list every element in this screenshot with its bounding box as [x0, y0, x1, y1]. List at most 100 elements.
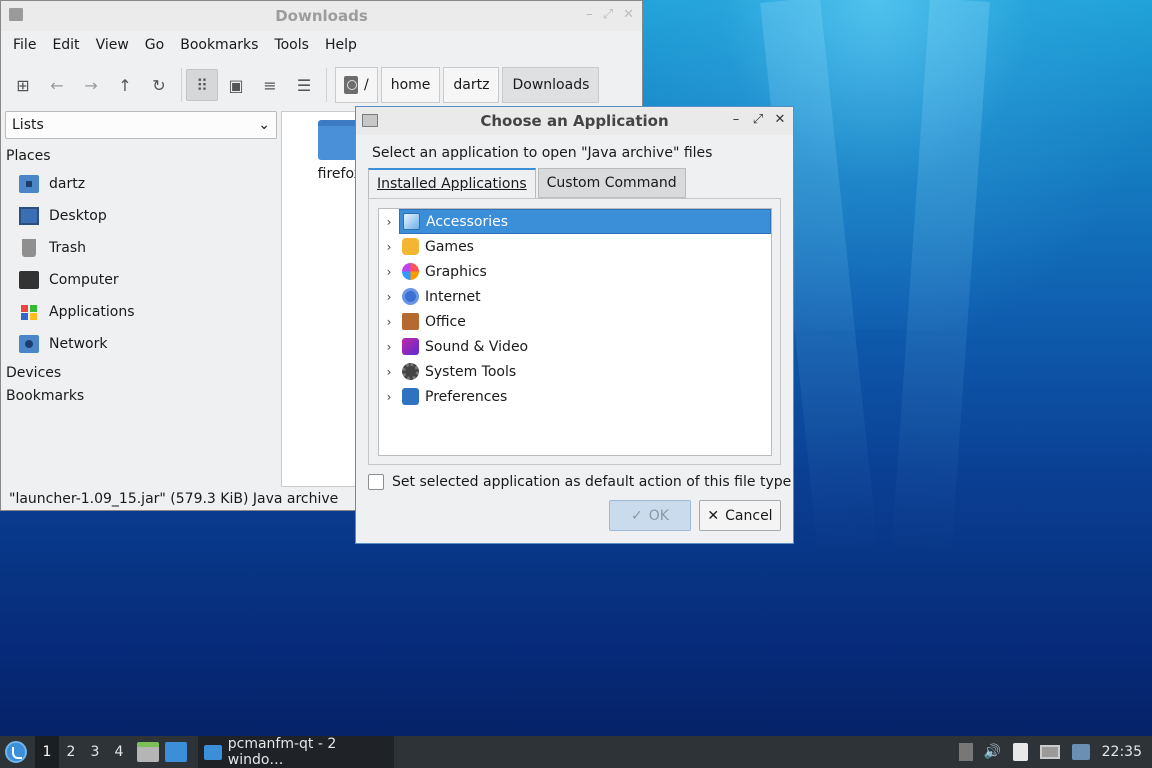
- tab-custom-command[interactable]: Custom Command: [537, 168, 686, 198]
- tree-row-games[interactable]: › Games: [379, 234, 771, 259]
- minimize-icon[interactable]: –: [586, 7, 593, 22]
- sidebar-mode-select[interactable]: Lists ⌄: [5, 111, 277, 139]
- devices-heading[interactable]: Devices: [5, 362, 277, 385]
- sidebar-item-applications[interactable]: Applications: [5, 296, 277, 328]
- maximize-icon[interactable]: ⤢: [603, 7, 613, 22]
- tree-row-preferences[interactable]: › Preferences: [379, 384, 771, 409]
- default-action-checkbox[interactable]: [368, 474, 384, 490]
- maximize-icon[interactable]: ⤢: [751, 112, 765, 127]
- close-icon[interactable]: ✕: [623, 7, 634, 22]
- expand-arrow-icon[interactable]: ›: [379, 215, 399, 229]
- tree-row-system-tools[interactable]: › System Tools: [379, 359, 771, 384]
- detailed-list-icon[interactable]: ☰: [288, 69, 320, 101]
- desktop-switch-1[interactable]: 1: [35, 736, 59, 768]
- sidebar-item-network[interactable]: Network: [5, 328, 277, 360]
- file-manager-launcher-icon[interactable]: [137, 742, 159, 762]
- ok-label: OK: [648, 507, 669, 524]
- expand-arrow-icon[interactable]: ›: [379, 365, 399, 379]
- tab-label: Custom Command: [546, 175, 677, 191]
- path-root-label: /: [364, 77, 369, 93]
- updown-icon[interactable]: [958, 743, 973, 761]
- window-menu-icon[interactable]: [362, 114, 378, 127]
- tree-row-accessories[interactable]: › Accessories: [379, 209, 771, 234]
- minimize-icon[interactable]: –: [729, 112, 743, 127]
- reload-icon[interactable]: ↻: [143, 69, 175, 101]
- category-label: Sound & Video: [425, 338, 529, 355]
- dialog-titlebar[interactable]: Choose an Application – ⤢ ✕: [356, 107, 793, 135]
- office-briefcase-icon: [402, 313, 419, 330]
- network-icon[interactable]: [1039, 745, 1060, 759]
- check-icon: ✓: [631, 507, 643, 524]
- compact-view-icon[interactable]: ≡: [254, 69, 286, 101]
- up-icon[interactable]: ↑: [109, 69, 141, 101]
- volume-icon[interactable]: 🔊: [984, 744, 1001, 760]
- default-action-checkbox-row[interactable]: Set selected application as default acti…: [368, 474, 791, 490]
- path-dartz[interactable]: dartz: [443, 67, 500, 103]
- clock[interactable]: 22:35: [1102, 744, 1142, 760]
- sidebar-item-computer[interactable]: Computer: [5, 264, 277, 296]
- multimedia-icon: [402, 338, 419, 355]
- clipboard-icon[interactable]: [1012, 743, 1028, 761]
- forward-icon[interactable]: →: [75, 69, 107, 101]
- menu-file[interactable]: File: [5, 37, 44, 53]
- tab-panel: › Accessories › Games › Graphics › Inter…: [368, 198, 781, 465]
- ok-button[interactable]: ✓ OK: [609, 500, 691, 531]
- menu-go[interactable]: Go: [137, 37, 172, 53]
- desktop-switch-3[interactable]: 3: [83, 736, 107, 768]
- bookmarks-heading[interactable]: Bookmarks: [5, 385, 277, 408]
- tree-row-sound-video[interactable]: › Sound & Video: [379, 334, 771, 359]
- path-downloads[interactable]: Downloads: [502, 67, 600, 103]
- sidebar: Lists ⌄ Places dartz Desktop Trash Compu…: [5, 111, 277, 491]
- window-menu-icon[interactable]: [9, 8, 23, 21]
- desktop-switch-2[interactable]: 2: [59, 736, 83, 768]
- expand-arrow-icon[interactable]: ›: [379, 315, 399, 329]
- wallpaper-ray: [891, 0, 990, 561]
- category-label: Accessories: [426, 213, 509, 230]
- fm-title: Downloads: [275, 7, 368, 25]
- menu-tools[interactable]: Tools: [266, 37, 317, 53]
- menu-help[interactable]: Help: [317, 37, 365, 53]
- place-label: Computer: [49, 272, 119, 288]
- menu-bookmarks[interactable]: Bookmarks: [172, 37, 266, 53]
- desktop-switch-4[interactable]: 4: [107, 736, 131, 768]
- cancel-button[interactable]: ✕ Cancel: [699, 500, 781, 531]
- sidebar-item-dartz[interactable]: dartz: [5, 168, 277, 200]
- category-label: Graphics: [425, 263, 487, 280]
- tree-row-internet[interactable]: › Internet: [379, 284, 771, 309]
- path-root[interactable]: /: [335, 67, 378, 103]
- place-label: Desktop: [49, 208, 107, 224]
- path-home[interactable]: home: [380, 67, 441, 103]
- expand-arrow-icon[interactable]: ›: [379, 240, 399, 254]
- sidebar-item-trash[interactable]: Trash: [5, 232, 277, 264]
- show-desktop-icon[interactable]: [165, 742, 187, 762]
- drive-icon: [344, 76, 358, 94]
- update-notifier-icon[interactable]: [1071, 744, 1090, 760]
- expand-arrow-icon[interactable]: ›: [379, 390, 399, 404]
- sidebar-item-desktop[interactable]: Desktop: [5, 200, 277, 232]
- tab-installed-applications[interactable]: Installed Applications: [368, 168, 536, 198]
- thumbnail-view-icon[interactable]: ▣: [220, 69, 252, 101]
- new-tab-icon[interactable]: ⊞: [7, 69, 39, 101]
- menu-edit[interactable]: Edit: [44, 37, 87, 53]
- icon-view-icon[interactable]: ⠿: [186, 69, 218, 101]
- application-tree[interactable]: › Accessories › Games › Graphics › Inter…: [378, 208, 772, 456]
- system-tray: 🔊 22:35: [958, 743, 1152, 761]
- expand-arrow-icon[interactable]: ›: [379, 265, 399, 279]
- start-menu-icon[interactable]: [5, 741, 27, 763]
- fm-titlebar[interactable]: Downloads – ⤢ ✕: [1, 1, 642, 31]
- expand-arrow-icon[interactable]: ›: [379, 340, 399, 354]
- tree-row-graphics[interactable]: › Graphics: [379, 259, 771, 284]
- task-button-pcmanfm[interactable]: pcmanfm-qt - 2 windo…: [198, 736, 394, 768]
- internet-icon: [402, 288, 419, 305]
- expand-arrow-icon[interactable]: ›: [379, 290, 399, 304]
- places-heading[interactable]: Places: [5, 145, 277, 168]
- dialog-prompt: Select an application to open "Java arch…: [372, 145, 713, 161]
- chevron-down-icon: ⌄: [258, 117, 270, 133]
- close-icon[interactable]: ✕: [773, 112, 787, 127]
- back-icon[interactable]: ←: [41, 69, 73, 101]
- tree-row-office[interactable]: › Office: [379, 309, 771, 334]
- gear-icon: [402, 363, 419, 380]
- default-action-label[interactable]: Set selected application as default acti…: [392, 474, 791, 490]
- menu-view[interactable]: View: [88, 37, 137, 53]
- toolbar-separator: [326, 68, 327, 102]
